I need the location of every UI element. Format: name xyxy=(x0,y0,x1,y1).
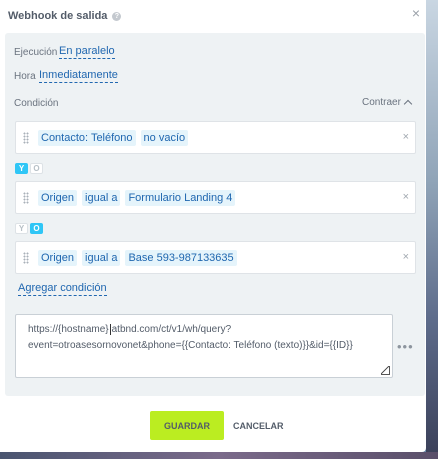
condition-field[interactable]: Contacto: Teléfono xyxy=(38,129,136,146)
condition-row-2: Origen igual a Formulario Landing 4 × xyxy=(15,181,416,214)
condition-row-3: Origen igual a Base 593-987133635 × xyxy=(15,241,416,274)
joiner-2: Y O xyxy=(15,223,43,234)
condition-operator[interactable]: no vacío xyxy=(140,129,189,146)
add-condition-link[interactable]: Agregar condición xyxy=(18,282,107,296)
condition-value[interactable]: Base 593-987133635 xyxy=(125,249,237,266)
joiner-1: Y O xyxy=(15,163,43,174)
remove-condition-icon[interactable]: × xyxy=(403,251,409,263)
condition-row-1: Contacto: Teléfono no vacío × xyxy=(15,121,416,154)
time-label: Hora xyxy=(14,71,36,82)
settings-panel: Ejecución En paralelo Hora Inmediatament… xyxy=(5,33,425,396)
and-toggle[interactable]: Y xyxy=(15,223,28,234)
condition-operator[interactable]: igual a xyxy=(82,189,121,206)
condition-value[interactable]: Formulario Landing 4 xyxy=(125,189,236,206)
url-line-2: event=otroasesornovonet&phone={{Contacto… xyxy=(28,340,353,351)
execution-mode-link[interactable]: En paralelo xyxy=(59,45,115,59)
or-toggle[interactable]: O xyxy=(30,223,43,234)
collapse-button[interactable]: Contraer xyxy=(362,97,413,109)
resize-handle-icon[interactable] xyxy=(381,366,390,375)
collapse-label: Contraer xyxy=(362,97,401,108)
close-icon[interactable]: × xyxy=(409,6,423,20)
and-toggle[interactable]: Y xyxy=(15,163,28,174)
background-area-bottom xyxy=(0,452,438,459)
drag-handle-icon[interactable] xyxy=(23,191,29,204)
execution-label: Ejecución xyxy=(14,47,58,58)
cancel-button[interactable]: CANCELAR xyxy=(233,411,284,440)
condition-field[interactable]: Origen xyxy=(38,189,78,206)
remove-condition-icon[interactable]: × xyxy=(403,191,409,203)
url-path: atbnd.com/ct/v1/wh/query? xyxy=(111,324,232,335)
drag-handle-icon[interactable] xyxy=(23,131,29,144)
condition-operator[interactable]: igual a xyxy=(82,249,121,266)
dialog-header: Webhook de salida ? xyxy=(8,9,122,23)
url-textarea[interactable]: https://{hostname} atbnd.com/ct/v1/wh/que… xyxy=(15,314,393,378)
more-icon[interactable]: ••• xyxy=(397,339,414,354)
condition-field[interactable]: Origen xyxy=(38,249,78,266)
webhook-dialog: Webhook de salida ? × Ejecución En paral… xyxy=(0,0,426,452)
url-host: https://{hostname} xyxy=(28,324,109,335)
remove-condition-icon[interactable]: × xyxy=(403,131,409,143)
time-value-link[interactable]: Inmediatamente xyxy=(39,69,118,83)
drag-handle-icon[interactable] xyxy=(23,251,29,264)
or-toggle[interactable]: O xyxy=(30,163,43,174)
help-icon[interactable]: ? xyxy=(112,11,122,21)
condition-label: Condición xyxy=(14,98,59,109)
chevron-up-icon xyxy=(403,99,413,109)
url-line-1: https://{hostname} atbnd.com/ct/v1/wh/que… xyxy=(28,322,380,338)
background-area xyxy=(426,0,438,459)
text-cursor xyxy=(109,323,111,335)
dialog-title: Webhook de salida xyxy=(8,10,108,22)
save-button[interactable]: GUARDAR xyxy=(150,411,224,440)
